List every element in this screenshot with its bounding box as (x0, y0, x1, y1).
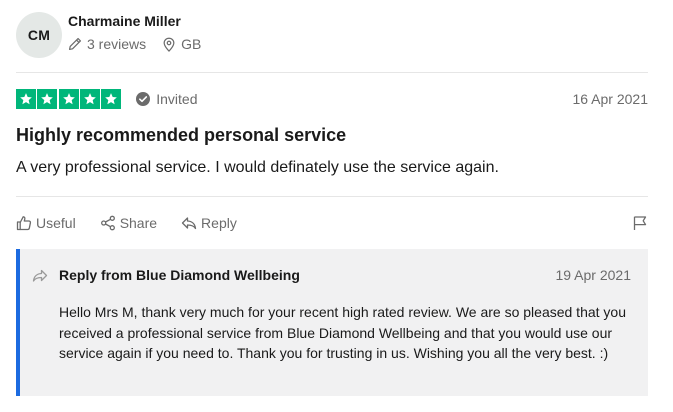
review-text: A very professional service. I would def… (16, 159, 499, 176)
review-count-label: 3 reviews (87, 36, 147, 52)
review-title[interactable]: Highly recommended personal service (16, 125, 346, 146)
share-icon (100, 215, 115, 231)
star-icon (58, 89, 79, 109)
review-count: 3 reviews (68, 36, 146, 52)
report-button[interactable] (632, 215, 648, 231)
reviewer-meta: 3 reviews GB (68, 36, 201, 52)
reply-arrow-icon (32, 269, 48, 282)
invited-label: Invited (156, 91, 198, 107)
pencil-icon (68, 37, 82, 51)
location-pin-icon (163, 37, 175, 52)
avatar[interactable]: CM (16, 12, 62, 58)
check-circle-icon (136, 92, 151, 106)
reviewer-header: CM Charmaine Miller 3 reviews GB (16, 12, 656, 58)
company-reply: Reply from Blue Diamond Wellbeing 19 Apr… (16, 249, 648, 396)
share-button[interactable]: Share (100, 215, 157, 231)
flag-icon (633, 216, 647, 230)
star-icon (101, 89, 121, 109)
thumbs-up-icon (16, 216, 32, 231)
header-divider (16, 72, 648, 73)
review-date: 16 Apr 2021 (572, 91, 648, 107)
reviewer-name[interactable]: Charmaine Miller (68, 13, 181, 29)
reply-date: 19 Apr 2021 (555, 267, 631, 283)
invited-badge[interactable]: Invited (136, 91, 198, 107)
star-icon (37, 89, 58, 109)
content-divider (16, 196, 648, 197)
reviewer-location: GB (162, 36, 201, 52)
reply-text: Hello Mrs M, thank very much for your re… (59, 304, 626, 361)
star-rating (16, 89, 122, 109)
reply-label: Reply (201, 215, 237, 231)
reply-title: Reply from Blue Diamond Wellbeing (59, 267, 300, 283)
country-label: GB (181, 36, 202, 52)
review-actions: Useful Share Reply (16, 212, 648, 234)
share-label: Share (119, 215, 158, 231)
useful-label: Useful (36, 215, 76, 231)
reply-arrow-icon (181, 217, 197, 230)
useful-button[interactable]: Useful (16, 215, 76, 231)
star-icon (79, 89, 100, 109)
reply-button[interactable]: Reply (181, 215, 237, 231)
rating-row: Invited 16 Apr 2021 (16, 88, 648, 110)
star-icon (16, 89, 36, 109)
